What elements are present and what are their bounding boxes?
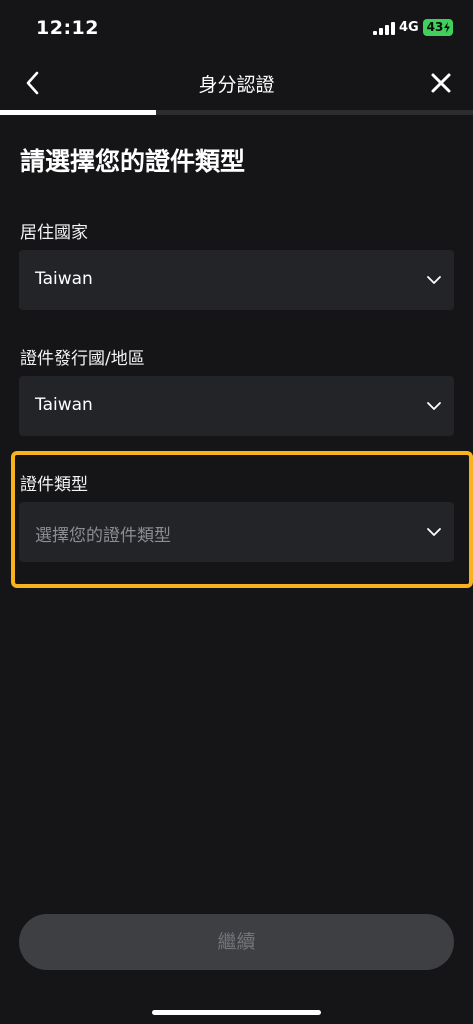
charging-bolt-icon xyxy=(444,22,450,33)
residence-country-label: 居住國家 xyxy=(20,223,88,243)
close-icon[interactable] xyxy=(428,70,454,96)
continue-button[interactable]: 繼續 xyxy=(19,914,454,970)
nav-bar: 身分認證 xyxy=(0,56,473,112)
document-type-label: 證件類型 xyxy=(20,475,88,495)
document-type-select[interactable]: 選擇您的證件類型 xyxy=(19,502,454,562)
nav-title: 身分認證 xyxy=(198,74,275,96)
network-type: 4G xyxy=(399,20,419,35)
identity-verification-screen: 12:12 4G 43 身分認證 請選擇您的證件類型 居住國家 Taiwan 證… xyxy=(0,0,473,1024)
battery-icon: 43 xyxy=(423,19,453,36)
document-type-placeholder: 選擇您的證件類型 xyxy=(35,526,171,546)
cellular-signal-icon xyxy=(373,22,395,35)
page-title: 請選擇您的證件類型 xyxy=(20,147,246,176)
chevron-down-icon xyxy=(427,402,441,410)
progress-fill xyxy=(0,110,156,115)
residence-country-select[interactable]: Taiwan xyxy=(19,250,454,310)
home-indicator xyxy=(152,1010,321,1015)
residence-country-value: Taiwan xyxy=(35,269,93,289)
issuing-country-value: Taiwan xyxy=(35,395,93,415)
issuing-country-select[interactable]: Taiwan xyxy=(19,376,454,436)
status-time: 12:12 xyxy=(36,17,99,39)
chevron-down-icon xyxy=(427,528,441,536)
status-bar: 12:12 4G 43 xyxy=(0,0,473,56)
issuing-country-label: 證件發行國/地區 xyxy=(20,349,145,369)
chevron-down-icon xyxy=(427,276,441,284)
